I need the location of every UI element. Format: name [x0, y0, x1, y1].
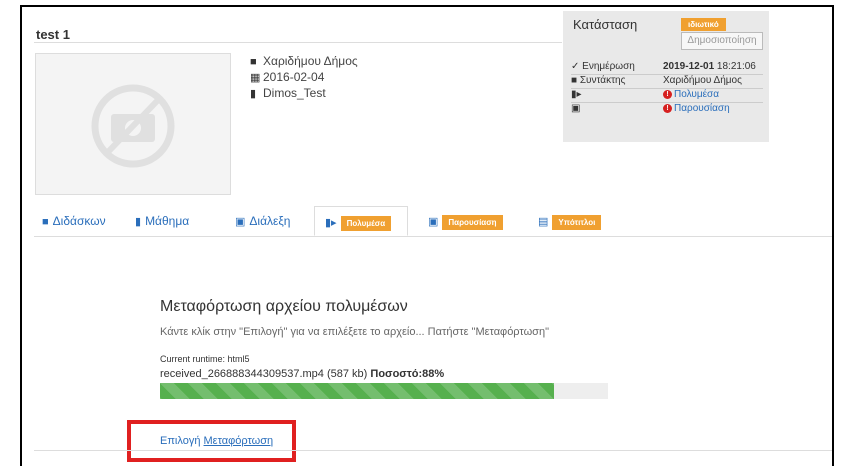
video-icon: ▮▸ — [571, 89, 582, 100]
status-row-author: ■ Συντάκτης Χαριδήμου Δήμος — [571, 75, 763, 89]
tab-media[interactable]: ▮▸ Πολυμέσα — [314, 206, 408, 236]
tab-instructor[interactable]: ■ Διδάσκων — [42, 206, 106, 236]
status-label: Κατάσταση — [573, 17, 638, 32]
bottom-divider — [34, 450, 832, 451]
image-icon: ▣ — [571, 103, 581, 114]
progress-bar — [160, 383, 608, 399]
upload-title: Μεταφόρτωση αρχείου πολυμέσων — [160, 298, 408, 315]
user-icon: ■ — [42, 216, 49, 228]
video-icon: ▮▸ — [325, 217, 337, 229]
tab-subtitles[interactable]: ▤ Υπότιτλοι — [538, 206, 602, 236]
screenshot-frame-top — [20, 5, 834, 7]
meta-date: ▦ 2016-02-04 — [250, 70, 325, 84]
runtime-info: Current runtime: html5 — [160, 354, 250, 364]
edit-icon: ✓ — [571, 61, 580, 72]
meta-author: ■ Χαριδήμου Δήμος — [250, 54, 358, 68]
image-icon: ▣ — [428, 216, 439, 228]
subtitles-icon: ▤ — [538, 216, 549, 228]
page-title: test 1 — [36, 27, 70, 42]
warning-icon: ! — [663, 104, 672, 113]
progress-percent: Ποσοστό:88% — [370, 368, 445, 380]
file-info: received_266888344309537.mp4 (587 kb) Πο… — [160, 368, 444, 380]
tabs-divider — [34, 236, 832, 237]
calendar-icon: ▦ — [250, 72, 261, 84]
presentation-icon: ▣ — [235, 216, 246, 228]
book-icon: ▮ — [250, 88, 257, 100]
publish-button[interactable]: Δημοσιοποίηση — [681, 32, 763, 50]
no-image-icon — [91, 84, 175, 168]
thumbnail-placeholder — [35, 53, 231, 195]
status-row-updated: ✓ Ενημέρωση 2019-12-01 18:21:06 — [571, 61, 763, 75]
title-divider — [34, 42, 562, 43]
user-icon: ■ — [571, 75, 578, 86]
screenshot-frame-right — [832, 5, 834, 466]
file-name: received_266888344309537.mp4 (587 kb) — [160, 368, 371, 380]
tab-lecture[interactable]: ▣ Διάλεξη — [235, 206, 290, 236]
progress-fill — [160, 383, 555, 399]
meta-course: ▮ Dimos_Test — [250, 86, 326, 100]
warning-icon: ! — [663, 90, 672, 99]
media-link[interactable]: Πολυμέσα — [674, 89, 719, 100]
highlight-box — [127, 420, 296, 462]
tab-presentation[interactable]: ▣ Παρουσίαση — [428, 206, 503, 236]
status-row-media: ▮▸ ! Πολυμέσα — [571, 89, 763, 103]
book-icon: ▮ — [135, 216, 142, 228]
tab-bar: ■ Διδάσκων ▮ Μάθημα ▣ Διάλεξη ▮▸ Πολυμέσα ▣ Π… — [34, 206, 832, 236]
status-row-presentation: ▣ ! Παρουσίαση — [571, 103, 763, 116]
status-panel: Κατάσταση ιδιωτικό Δημοσιοποίηση ✓ Ενημέ… — [563, 11, 769, 142]
screenshot-frame-left — [20, 5, 22, 466]
status-badge: ιδιωτικό — [681, 18, 726, 31]
user-icon: ■ — [250, 56, 257, 68]
presentation-link[interactable]: Παρουσίαση — [674, 103, 730, 114]
upload-hint: Κάντε κλίκ στην "Επιλογή" για να επιλέξε… — [160, 326, 549, 338]
tab-course[interactable]: ▮ Μάθημα — [135, 206, 189, 236]
